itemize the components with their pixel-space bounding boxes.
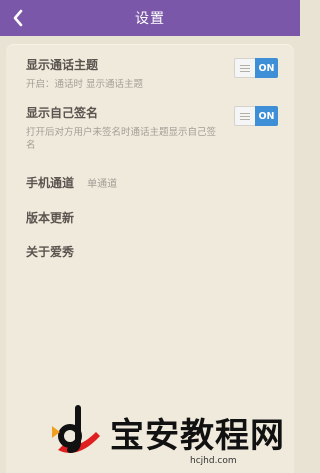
setting-version-update[interactable]: 版本更新: [26, 207, 282, 226]
watermark-logo-icon: [52, 405, 100, 453]
show-signature-toggle[interactable]: ON: [234, 106, 278, 126]
page-title: 设置: [135, 11, 165, 27]
setting-show-call-topic[interactable]: 显示通话主题 开启：通话时 显示通话主题 ON: [26, 56, 282, 91]
toggle-on-label: ON: [255, 106, 278, 126]
setting-description: 打开后对方用户未签名时通话主题显示自己签名: [26, 127, 217, 151]
setting-phone-channel[interactable]: 手机通道 单通道: [26, 172, 282, 191]
watermark-url: hcjhd.com: [190, 456, 237, 466]
toggle-off-grip: [234, 106, 255, 126]
setting-label: 版本更新: [26, 211, 75, 225]
setting-label: 关于爱秀: [26, 245, 75, 259]
setting-about[interactable]: 关于爱秀: [26, 241, 282, 260]
setting-description: 开启：通话时 显示通话主题: [26, 79, 144, 90]
watermark-text: 宝安教程网: [110, 416, 285, 456]
toggle-off-grip: [234, 58, 255, 78]
toggle-on-label: ON: [255, 58, 278, 78]
back-button[interactable]: [6, 5, 30, 31]
title-bar: 设置: [0, 0, 300, 36]
setting-show-signature[interactable]: 显示自己签名 打开后对方用户未签名时通话主题显示自己签名 ON: [26, 104, 282, 152]
setting-label: 手机通道: [26, 176, 75, 190]
back-arrow-icon: [13, 9, 23, 27]
setting-value: 单通道: [87, 179, 118, 190]
show-call-topic-toggle[interactable]: ON: [234, 58, 278, 78]
watermark: 宝安教程网 hcjhd.com: [40, 400, 300, 470]
